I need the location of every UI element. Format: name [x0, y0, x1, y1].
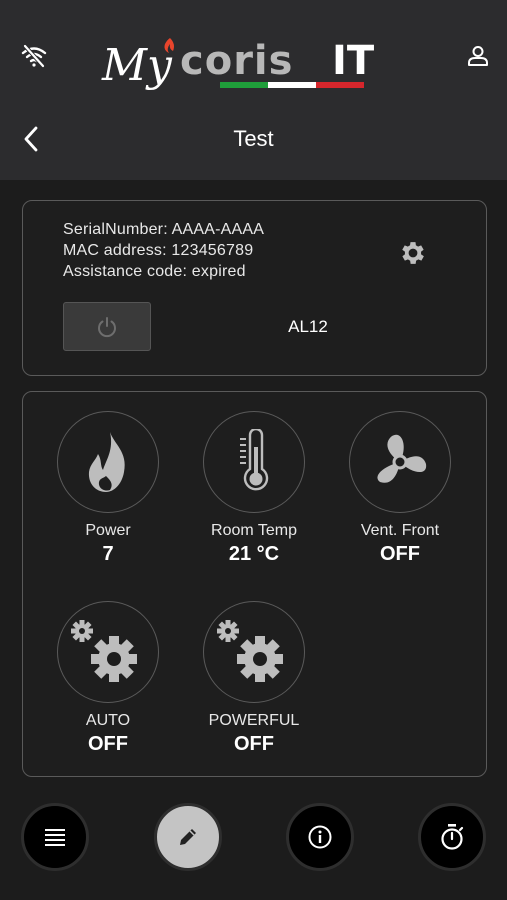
tile-value: OFF [88, 733, 128, 755]
tile-power[interactable]: Power 7 [53, 411, 163, 566]
nav-timer-button[interactable] [418, 803, 486, 871]
auto-circle[interactable] [57, 601, 159, 703]
wifi-off-icon[interactable] [14, 36, 54, 76]
page-title: Test [233, 126, 274, 151]
tile-label: Room Temp [211, 522, 297, 539]
device-info-card: SerialNumber: AAAA-AAAA MAC address: 123… [22, 200, 487, 376]
pencil-icon [180, 829, 196, 845]
assistance-code-text: Assistance code: expired [63, 263, 246, 280]
info-icon [308, 825, 332, 849]
powerful-circle[interactable] [203, 601, 305, 703]
tile-room-temp[interactable]: Room Temp 21 °C [199, 411, 309, 566]
vent-front-circle[interactable] [349, 411, 451, 513]
tile-auto[interactable]: AUTO OFF [53, 601, 163, 756]
thermometer-icon [240, 429, 269, 491]
power-button[interactable] [63, 302, 151, 351]
tile-value: OFF [380, 543, 420, 565]
tile-label: Vent. Front [360, 522, 440, 539]
power-circle[interactable] [57, 411, 159, 513]
tile-value: OFF [234, 733, 274, 755]
gear-icon[interactable] [398, 238, 428, 268]
tile-value: 7 [102, 543, 114, 565]
svg-text:My: My [101, 40, 173, 91]
nav-info-button[interactable] [286, 803, 354, 871]
room-temp-circle[interactable] [203, 411, 305, 513]
tile-label: Power [85, 522, 131, 539]
controls-card: Power 7 Room Temp 21 °C Vent. Front OFF … [22, 391, 487, 777]
tile-powerful[interactable]: POWERFUL OFF [199, 601, 309, 756]
svg-text:coris: coris [180, 38, 293, 84]
power-icon [98, 316, 116, 337]
svg-text:IT: IT [332, 38, 375, 84]
top-bar: My coris IT Test [0, 0, 507, 180]
serial-number-text: SerialNumber: AAAA-AAAA [63, 221, 265, 238]
list-icon [45, 829, 65, 846]
nav-edit-button[interactable] [154, 803, 222, 871]
gears-icon [217, 620, 283, 682]
tile-value: 21 °C [228, 543, 280, 565]
tile-label: POWERFUL [208, 712, 300, 729]
tile-vent-front[interactable]: Vent. Front OFF [345, 411, 455, 566]
gears-icon [71, 620, 137, 682]
nav-list-button[interactable] [21, 803, 89, 871]
flame-icon [88, 432, 125, 492]
stopwatch-icon [441, 824, 464, 850]
tile-label: AUTO [85, 712, 131, 729]
user-icon[interactable] [458, 36, 498, 76]
mac-address-text: MAC address: 123456789 [63, 242, 254, 259]
app-logo: My coris IT [100, 28, 410, 94]
device-model: AL12 [288, 317, 328, 336]
fan-icon [377, 434, 427, 483]
